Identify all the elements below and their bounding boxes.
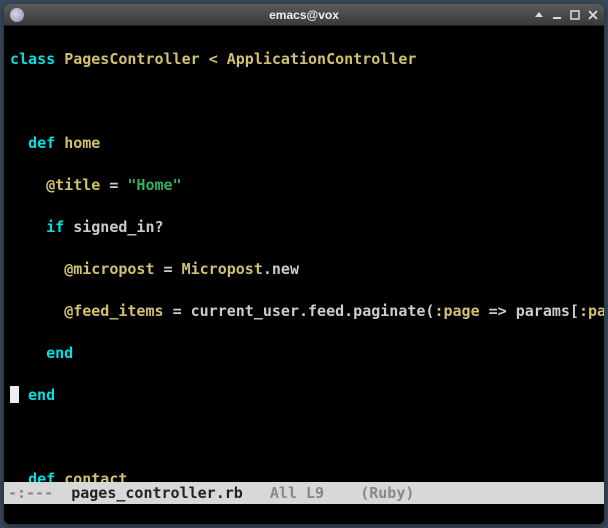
eq: = — [164, 260, 173, 278]
arrow: => — [480, 302, 516, 320]
kw-def: def — [28, 134, 55, 152]
parent-class: ApplicationController — [227, 50, 417, 68]
text-cursor — [10, 386, 19, 403]
buffer-name: pages_controller.rb — [71, 482, 243, 504]
window-controls — [534, 10, 598, 20]
call-paginate: current_user.feed.paginate( — [191, 302, 435, 320]
params-open: params[ — [516, 302, 579, 320]
kw-class: class — [10, 50, 55, 68]
modeline-info: All L9 (Ruby) — [243, 482, 415, 504]
dot-new: .new — [263, 260, 299, 278]
method-home: home — [64, 134, 100, 152]
kw-end: end — [28, 386, 55, 404]
ivar-feed: @feed_items — [64, 302, 163, 320]
rollup-icon[interactable] — [534, 10, 544, 20]
str-home: "Home" — [127, 176, 181, 194]
type-micropost: Micropost — [182, 260, 263, 278]
minibuffer[interactable] — [4, 504, 604, 524]
mode-line[interactable]: -:--- pages_controller.rb All L9 (Ruby) — [4, 482, 604, 504]
code-editor[interactable]: class PagesController < ApplicationContr… — [4, 26, 604, 482]
titlebar[interactable]: emacs@vox — [4, 4, 604, 26]
eq: = — [173, 302, 182, 320]
editor-window: emacs@vox class PagesController < Applic… — [4, 4, 604, 524]
kw-def: def — [28, 470, 55, 482]
modeline-prefix: -:--- — [8, 482, 71, 504]
sym-page2: :page — [579, 302, 604, 320]
method-contact: contact — [64, 470, 127, 482]
close-icon[interactable] — [588, 10, 598, 20]
cond: signed_in? — [73, 218, 163, 236]
sym-page1: :page — [434, 302, 479, 320]
inherit-op: < — [209, 50, 218, 68]
minimize-icon[interactable] — [552, 10, 562, 20]
maximize-icon[interactable] — [570, 10, 580, 20]
class-name: PagesController — [64, 50, 199, 68]
kw-end: end — [46, 344, 73, 362]
window-title: emacs@vox — [4, 8, 604, 22]
eq: = — [109, 176, 118, 194]
ivar-micropost: @micropost — [64, 260, 154, 278]
kw-if: if — [46, 218, 64, 236]
app-icon — [10, 8, 24, 22]
ivar-title: @title — [46, 176, 100, 194]
